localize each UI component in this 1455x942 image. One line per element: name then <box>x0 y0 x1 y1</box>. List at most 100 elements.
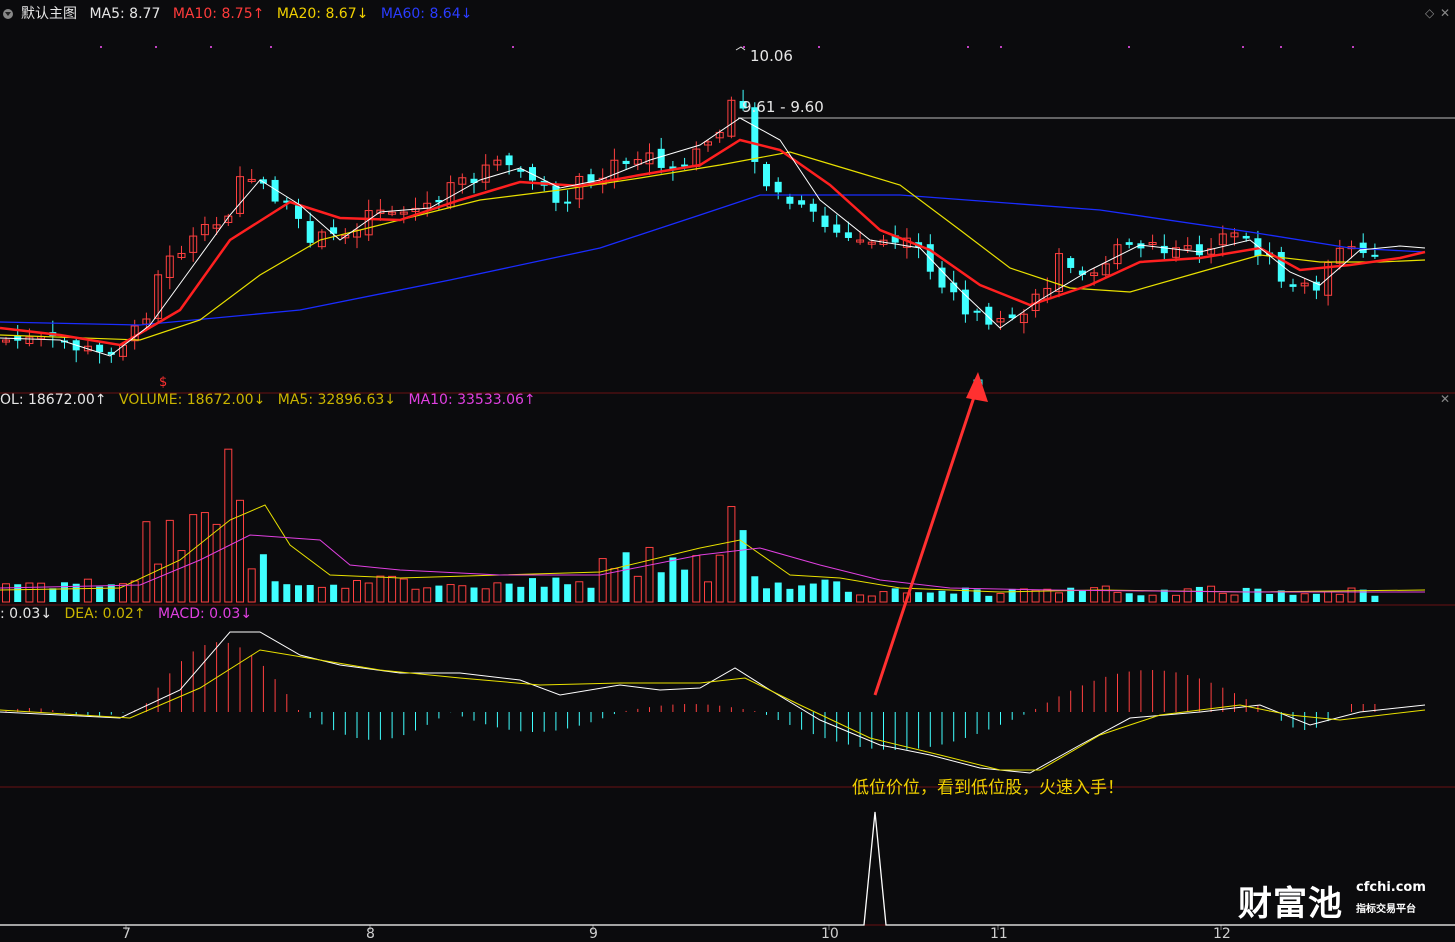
volume-bar-down <box>587 587 595 602</box>
top-event-dot <box>270 46 272 48</box>
volume-bar-up <box>1324 591 1333 603</box>
watermark-tagline: 指标交易平台 <box>1356 904 1416 915</box>
volume-bar-down <box>61 582 68 602</box>
volume-bar-down <box>622 552 630 602</box>
volume-bar-up <box>411 588 420 603</box>
stock-chart-canvas[interactable] <box>0 0 1455 942</box>
volume-bar-down <box>833 581 841 602</box>
volume-bar-up <box>212 523 221 603</box>
volume-bar-up <box>189 514 198 603</box>
volume-bar-down <box>1078 590 1086 602</box>
x-axis-label-9: 9 <box>589 926 598 942</box>
volume-bar-down <box>283 584 291 602</box>
watermark-logo: 财富池 cfchi.com 指标交易平台 <box>1238 876 1426 925</box>
volume-bar-up <box>458 585 467 603</box>
macd-panel-header: : 0.03↓ DEA: 0.02↑ MACD: 0.03↓ <box>0 604 260 624</box>
volume-bar-down <box>330 584 338 602</box>
volume-bar-up <box>1335 593 1344 603</box>
candle-body-down <box>1067 258 1075 268</box>
volume-bar-up <box>142 521 151 603</box>
top-event-dot <box>967 46 969 48</box>
volume-bar-up <box>165 519 174 603</box>
dif-value: : 0.03↓ <box>0 606 53 622</box>
volume-bar-up <box>1347 587 1356 603</box>
volume-bar-down <box>961 587 969 602</box>
main-chart-title[interactable]: 默认主图 <box>21 6 77 22</box>
volume-bar-up <box>25 582 34 603</box>
volume-bar-down <box>950 593 958 602</box>
volume-bar-up <box>353 580 361 603</box>
volume-bar-up <box>715 554 724 603</box>
top-event-dot <box>1352 46 1354 48</box>
volume-bar-down <box>926 592 934 602</box>
volume-bar-up <box>388 575 397 603</box>
volume-bar-down <box>657 572 665 602</box>
candle-body-down <box>505 155 513 166</box>
candle-body-down <box>259 179 267 184</box>
volume-bar-up <box>996 592 1005 603</box>
volume-bar-up <box>423 587 432 603</box>
volume-bar-down <box>809 583 817 602</box>
settings-diamond-icon[interactable]: ◇ <box>1425 6 1434 20</box>
main-panel-header: 默认主图 MA5: 8.77 MA10: 8.75↑ MA20: 8.67↓ M… <box>0 4 480 24</box>
volume-bar-up <box>879 591 888 603</box>
volume-bar-up <box>247 568 256 603</box>
volume-bar-down <box>49 588 57 602</box>
volume-bar-up <box>376 575 385 603</box>
candle-body-down <box>774 181 782 193</box>
volume-bar-down <box>1137 595 1145 602</box>
volume-bar-down <box>763 588 770 602</box>
volume-bar-down <box>844 591 852 602</box>
volume-bar-up <box>1055 592 1063 603</box>
volume-bar-down <box>821 579 829 602</box>
candle-body-down <box>1289 284 1297 287</box>
volume-bar-up <box>633 575 642 603</box>
candle-body-down <box>821 215 829 227</box>
volume-bar-up <box>317 586 326 603</box>
candle-body-down <box>809 203 817 212</box>
volume-bar-down <box>295 585 302 602</box>
volume-bar-down <box>798 585 806 602</box>
volume-bar-down <box>470 587 478 602</box>
volume-bar-up <box>1230 594 1239 603</box>
volume-bar-up <box>575 581 584 603</box>
volume-bar-down <box>985 595 993 602</box>
volume-bar-down <box>774 582 782 602</box>
volume-close-icon[interactable]: ✕ <box>1440 392 1450 406</box>
top-event-dot <box>1000 46 1002 48</box>
volume-bar-up <box>1148 594 1157 603</box>
candle-body-down <box>763 164 770 187</box>
top-event-dot <box>743 46 745 48</box>
volume-bar-down <box>786 588 794 602</box>
volume-bar-down <box>529 578 536 602</box>
candle-body-down <box>552 185 560 203</box>
volume-bar-down <box>1371 595 1379 602</box>
volume-bar-up <box>1113 591 1122 603</box>
volume-bar-up <box>692 555 701 603</box>
dropdown-circle-icon[interactable] <box>3 9 13 19</box>
x-axis-label-11: 11 <box>990 926 1008 942</box>
signal-spike <box>0 811 1455 926</box>
volume-bar-down <box>1125 593 1133 602</box>
volume-bar-up <box>1019 588 1028 603</box>
candle-body-down <box>295 205 302 219</box>
volume-bar-up <box>446 584 455 603</box>
annotation-arrow-line <box>873 384 980 696</box>
candle-body-down <box>1242 235 1250 239</box>
candle-body-down <box>973 310 981 313</box>
ma60-value: MA60: 8.64↓ <box>380 6 473 22</box>
ma5-line <box>0 117 1426 357</box>
volume-ma5-line <box>0 504 1426 593</box>
vol-value: OL: 18672.00↑ <box>0 392 107 408</box>
volume-bar-down <box>1195 586 1203 602</box>
volume-panel-header: OL: 18672.00↑ VOLUME: 18672.00↓ MA5: 328… <box>0 390 544 410</box>
volume-bar-up <box>610 568 619 603</box>
candle-body-down <box>798 200 806 205</box>
close-icon[interactable]: ✕ <box>1440 6 1450 20</box>
volume-bar-up <box>493 582 502 603</box>
volume-bar-down <box>669 557 677 602</box>
volume-bar-down <box>306 584 314 602</box>
annotation-arrow-head <box>966 372 988 402</box>
volume-bar-down <box>564 584 572 602</box>
candle-body-down <box>1160 245 1168 254</box>
